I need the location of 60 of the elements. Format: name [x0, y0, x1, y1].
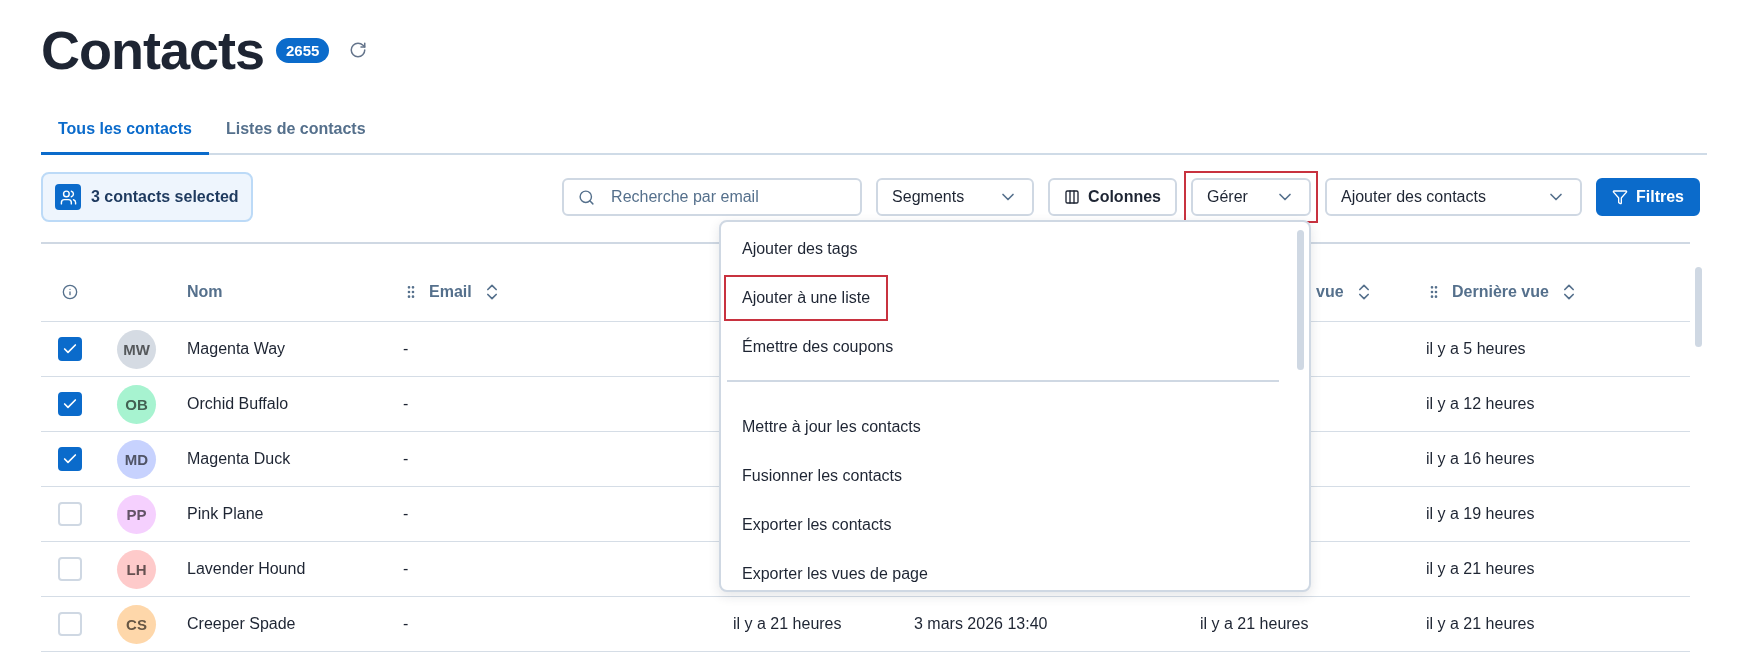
search-box[interactable]: Recherche par email	[562, 178, 863, 216]
dropdown-button[interactable]: Gérer	[1191, 178, 1311, 216]
filter-button[interactable]: Filtres	[1596, 178, 1700, 216]
checkbox[interactable]	[58, 392, 82, 416]
users-icon	[55, 184, 81, 210]
table-cell: il y a 16 heures	[1426, 450, 1535, 468]
table-cell: il y a 21 heures	[733, 615, 842, 633]
table-cell: -	[403, 395, 409, 413]
contact-name: Pink Plane	[187, 505, 264, 523]
menu-item[interactable]: Mettre à jour les contacts	[724, 404, 939, 450]
table-cell: -	[403, 450, 409, 468]
checkbox[interactable]	[58, 337, 82, 361]
menu-item[interactable]: Ajouter des tags	[724, 226, 876, 272]
page-title: Contacts	[41, 19, 265, 82]
table-cell: il y a 21 heures	[1200, 615, 1309, 633]
table-cell: il y a 5 heures	[1426, 340, 1526, 358]
contact-name: Orchid Buffalo	[187, 395, 289, 413]
table-cell: il y a 12 heures	[1426, 395, 1535, 413]
contact-name: Creeper Spade	[187, 615, 296, 633]
column-header: Email	[429, 282, 472, 301]
table-cell: -	[403, 340, 409, 358]
avatar: LH	[117, 549, 156, 589]
table-cell: il y a 21 heures	[1426, 560, 1535, 578]
table-cell: 3 mars 2026 13:40	[914, 615, 1048, 633]
count-badge: 2655	[276, 37, 330, 63]
checkbox[interactable]	[58, 447, 82, 471]
dropdown-button[interactable]: Ajouter des contacts	[1325, 178, 1582, 216]
avatar: CS	[117, 604, 156, 644]
avatar: PP	[117, 494, 156, 534]
menu-item[interactable]: Ajouter à une liste	[724, 275, 889, 321]
refresh-icon[interactable]	[349, 41, 368, 59]
menu-item[interactable]: Exporter les vues de page	[724, 551, 946, 590]
column-header: Nom	[187, 282, 223, 301]
table-cell: il y a 19 heures	[1426, 505, 1535, 523]
table-cell: -	[403, 505, 409, 523]
tab[interactable]: Listes de contacts	[208, 110, 383, 155]
columns-button[interactable]: Colonnes	[1048, 178, 1177, 216]
tab[interactable]: Tous les contacts	[41, 110, 209, 155]
filter-icon	[1612, 189, 1628, 205]
contact-name: Magenta Way	[187, 340, 286, 358]
menu-item[interactable]: Exporter les contacts	[724, 502, 910, 548]
contact-name: Magenta Duck	[187, 450, 291, 468]
column-header: vue	[1316, 282, 1344, 301]
scrollbar[interactable]	[1297, 230, 1304, 370]
avatar: MW	[117, 329, 156, 369]
contact-name: Lavender Hound	[187, 560, 306, 578]
avatar: MD	[117, 439, 156, 479]
table-cell: il y a 21 heures	[1426, 615, 1535, 633]
menu-item[interactable]: Fusionner les contacts	[724, 453, 921, 499]
dropdown-button[interactable]: Segments	[876, 178, 1035, 216]
avatar: OB	[117, 384, 156, 424]
selection-count: 3 contacts selected	[91, 188, 239, 206]
column-header: Dernière vue	[1452, 282, 1549, 301]
table-cell: -	[403, 560, 409, 578]
scrollbar[interactable]	[1695, 267, 1702, 347]
columns-icon	[1064, 189, 1081, 205]
search-icon	[578, 188, 596, 206]
menu-item[interactable]: Émettre des coupons	[724, 324, 912, 370]
table-cell: -	[403, 615, 409, 633]
info-icon	[62, 283, 78, 300]
